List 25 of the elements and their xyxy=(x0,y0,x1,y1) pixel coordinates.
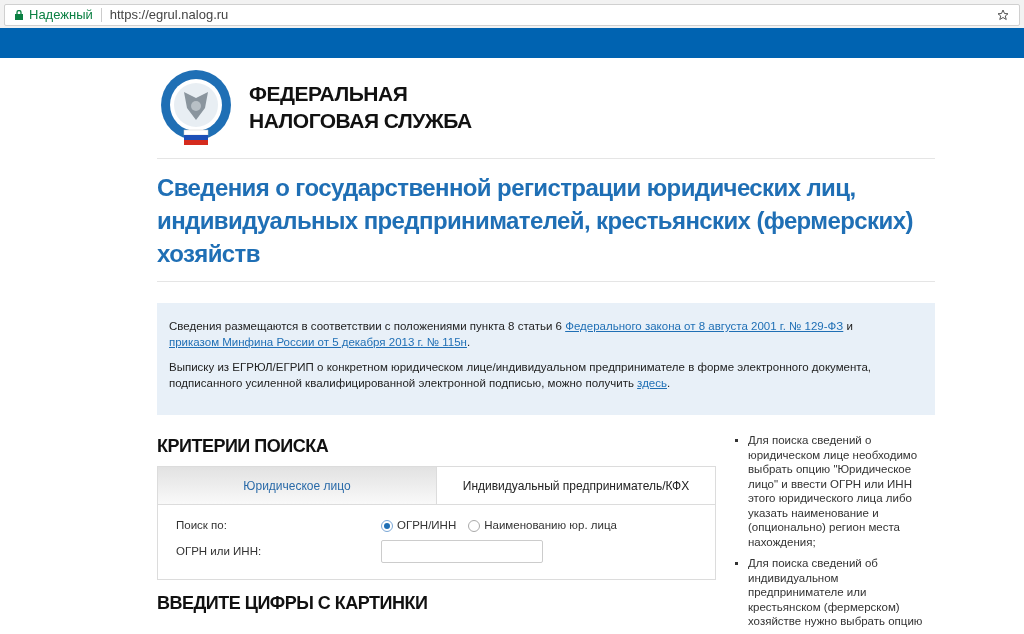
radio-option[interactable]: Наименованию юр. лица xyxy=(468,517,617,535)
document-link[interactable]: приказом Минфина России от 5 декабря 2013 г. № 115н xyxy=(169,336,467,348)
document-link[interactable]: здесь xyxy=(637,377,667,389)
address-url[interactable]: https://egrul.nalog.ru xyxy=(109,5,991,25)
info-paragraph: Сведения размещаются в соответствии с положениями пункта 8 статьи 6 Федерального закона от 8 августа 2001 г. № 129-ФЗ и приказом Минфина России от 5 декабря 2013 г. № 115н. xyxy=(169,319,854,350)
bullet-icon xyxy=(735,562,738,565)
help-text: Для поиска сведений об индивидуальном предпринимателе или крестьянском (фермерском) хозяйстве нужно выбрать опцию xyxy=(748,556,924,629)
ogrn-inn-field[interactable] xyxy=(381,540,543,564)
radio-button[interactable] xyxy=(468,519,481,532)
help-text: Для поиска сведений о юридическом лице необходимо выбрать опцию "Юридическое лицо" и ввести ОГРН или ИНН этого юридического лица либо указать наименование и (опционально) регион места нахождения; xyxy=(748,433,919,549)
page-title: Сведения о государственной регистрации юридических лиц, индивидуальных предпринимателей, крестьянских (фермерских) хозяйств xyxy=(157,159,935,282)
document-link[interactable]: Федерального закона от 8 августа 2001 г. № 129-ФЗ xyxy=(565,320,844,332)
radio-button[interactable] xyxy=(381,519,393,532)
info-paragraph: Выписку из ЕГРЮЛ/ЕГРИП о конкретном юридическом лице/индивидуальном предпринимателе в форме электронного документа, подписанного усиленной квалифицированной электронной подписью, можно получить здесь. xyxy=(169,360,873,391)
bullet-icon xyxy=(735,439,738,442)
security-label: Надежный xyxy=(29,6,93,25)
organization-name: ФЕДЕРАЛЬНАЯ НАЛОГОВАЯ СЛУЖБА xyxy=(249,81,472,134)
section-heading: ВВЕДИТЕ ЦИФРЫ С КАРТИНКИ xyxy=(157,592,429,615)
star-icon[interactable] xyxy=(997,9,1009,21)
radio-option[interactable]: ОГРН/ИНН xyxy=(381,517,457,535)
search-by-label: Поиск по: xyxy=(176,518,228,533)
field-label: ОГРН или ИНН: xyxy=(176,544,263,560)
section-heading: КРИТЕРИИ ПОИСКА xyxy=(157,435,330,458)
lock-icon xyxy=(15,10,23,20)
search-tab[interactable]: Юридическое лицо xyxy=(158,467,436,504)
